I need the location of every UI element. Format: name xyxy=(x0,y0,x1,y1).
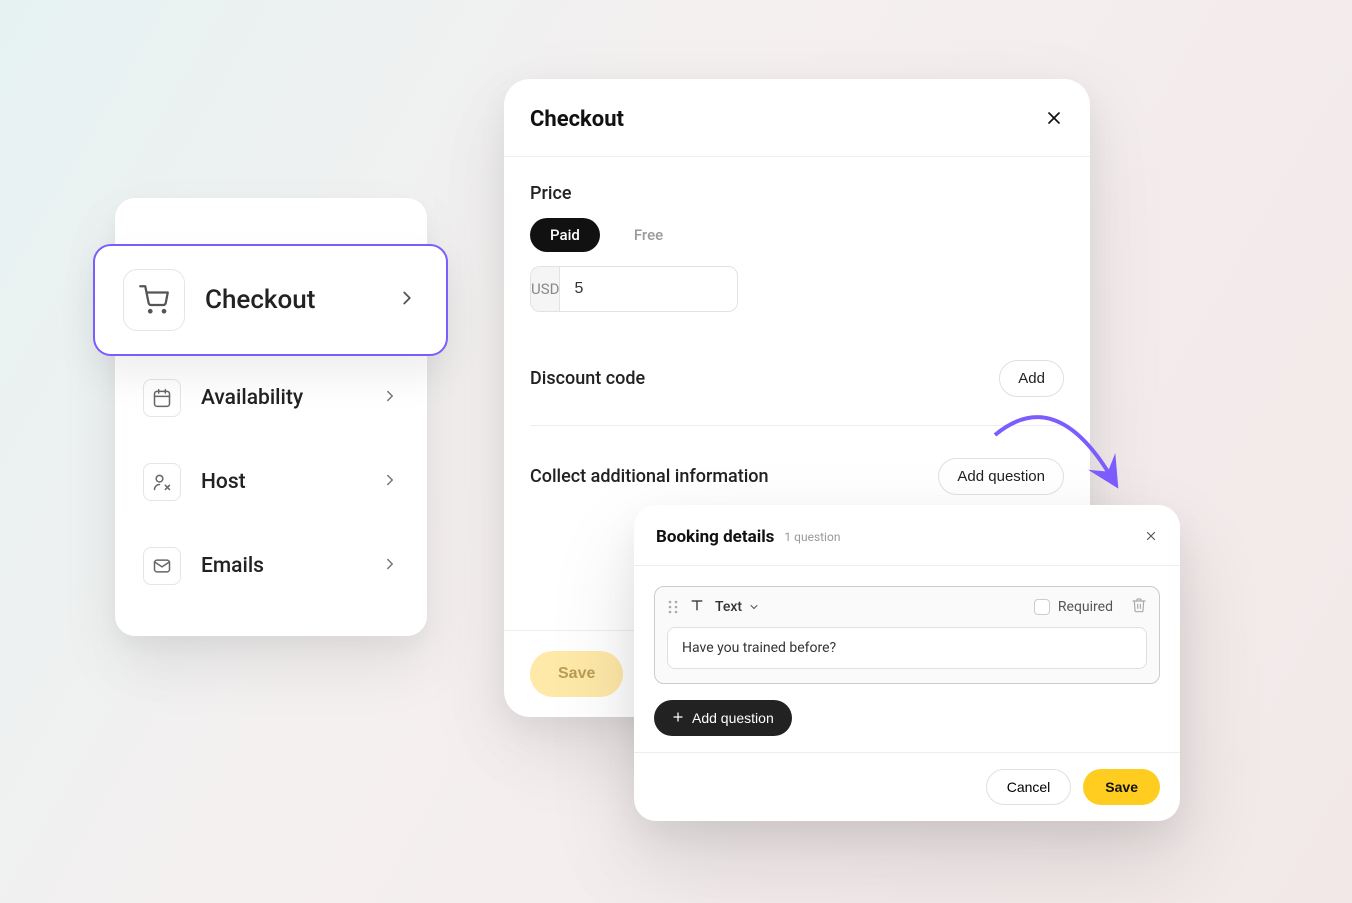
add-discount-button[interactable]: Add xyxy=(999,360,1064,397)
panel-header: Checkout xyxy=(504,79,1090,157)
sidebar-item-emails[interactable]: Emails xyxy=(115,524,427,608)
booking-body: Text Required Have you trained before? A… xyxy=(634,566,1180,752)
chevron-right-icon xyxy=(381,387,399,409)
drag-handle-icon[interactable] xyxy=(667,599,679,615)
divider xyxy=(530,425,1064,426)
user-edit-icon xyxy=(143,463,181,501)
calendar-icon xyxy=(143,379,181,417)
required-toggle[interactable]: Required xyxy=(1034,599,1113,615)
chevron-right-icon xyxy=(381,555,399,577)
price-toggle: Paid Free xyxy=(530,218,1064,252)
sidebar-item-label: Checkout xyxy=(205,285,396,315)
booking-details-panel: Booking details 1 question Text xyxy=(634,505,1180,821)
text-type-icon xyxy=(689,597,705,617)
settings-sidebar: Checkout Availability Host Emails xyxy=(115,198,427,636)
add-question-button-dark[interactable]: Add question xyxy=(654,700,792,736)
price-toggle-paid[interactable]: Paid xyxy=(530,218,600,252)
question-text-input[interactable]: Have you trained before? xyxy=(667,627,1147,669)
add-question-label: Add question xyxy=(692,710,774,726)
close-icon[interactable] xyxy=(1044,108,1064,132)
sidebar-item-host[interactable]: Host xyxy=(115,440,427,524)
chevron-down-icon xyxy=(748,601,760,613)
chevron-right-icon xyxy=(381,471,399,493)
question-type-label: Text xyxy=(715,599,742,615)
price-label: Price xyxy=(530,183,1064,204)
question-card: Text Required Have you trained before? xyxy=(654,586,1160,684)
panel-title: Checkout xyxy=(530,107,624,132)
cart-icon xyxy=(123,269,185,331)
currency-label: USD xyxy=(531,267,560,311)
sidebar-item-label: Availability xyxy=(201,386,381,410)
save-button[interactable]: Save xyxy=(1083,769,1160,805)
plus-icon xyxy=(672,710,684,726)
booking-title: Booking details xyxy=(656,527,774,547)
price-input[interactable] xyxy=(560,267,738,311)
question-card-header: Text Required xyxy=(655,587,1159,627)
trash-icon[interactable] xyxy=(1131,597,1147,617)
save-button[interactable]: Save xyxy=(530,651,623,697)
question-type-select[interactable]: Text xyxy=(715,599,760,615)
mail-icon xyxy=(143,547,181,585)
collect-info-label: Collect additional information xyxy=(530,466,769,487)
discount-label: Discount code xyxy=(530,368,645,389)
required-label: Required xyxy=(1058,599,1113,615)
price-input-group: USD xyxy=(530,266,738,312)
sidebar-item-checkout[interactable]: Checkout xyxy=(93,244,448,356)
checkbox-icon xyxy=(1034,599,1050,615)
sidebar-item-label: Emails xyxy=(201,554,381,578)
booking-footer: Cancel Save xyxy=(634,752,1180,821)
price-toggle-free[interactable]: Free xyxy=(614,218,683,252)
sidebar-item-label: Host xyxy=(201,470,381,494)
sidebar-item-availability[interactable]: Availability xyxy=(115,356,427,440)
chevron-right-icon xyxy=(396,287,418,313)
booking-header: Booking details 1 question xyxy=(634,505,1180,566)
cancel-button[interactable]: Cancel xyxy=(986,769,1072,805)
booking-meta: 1 question xyxy=(784,530,1144,544)
close-icon[interactable] xyxy=(1144,528,1158,547)
add-question-button[interactable]: Add question xyxy=(938,458,1064,495)
